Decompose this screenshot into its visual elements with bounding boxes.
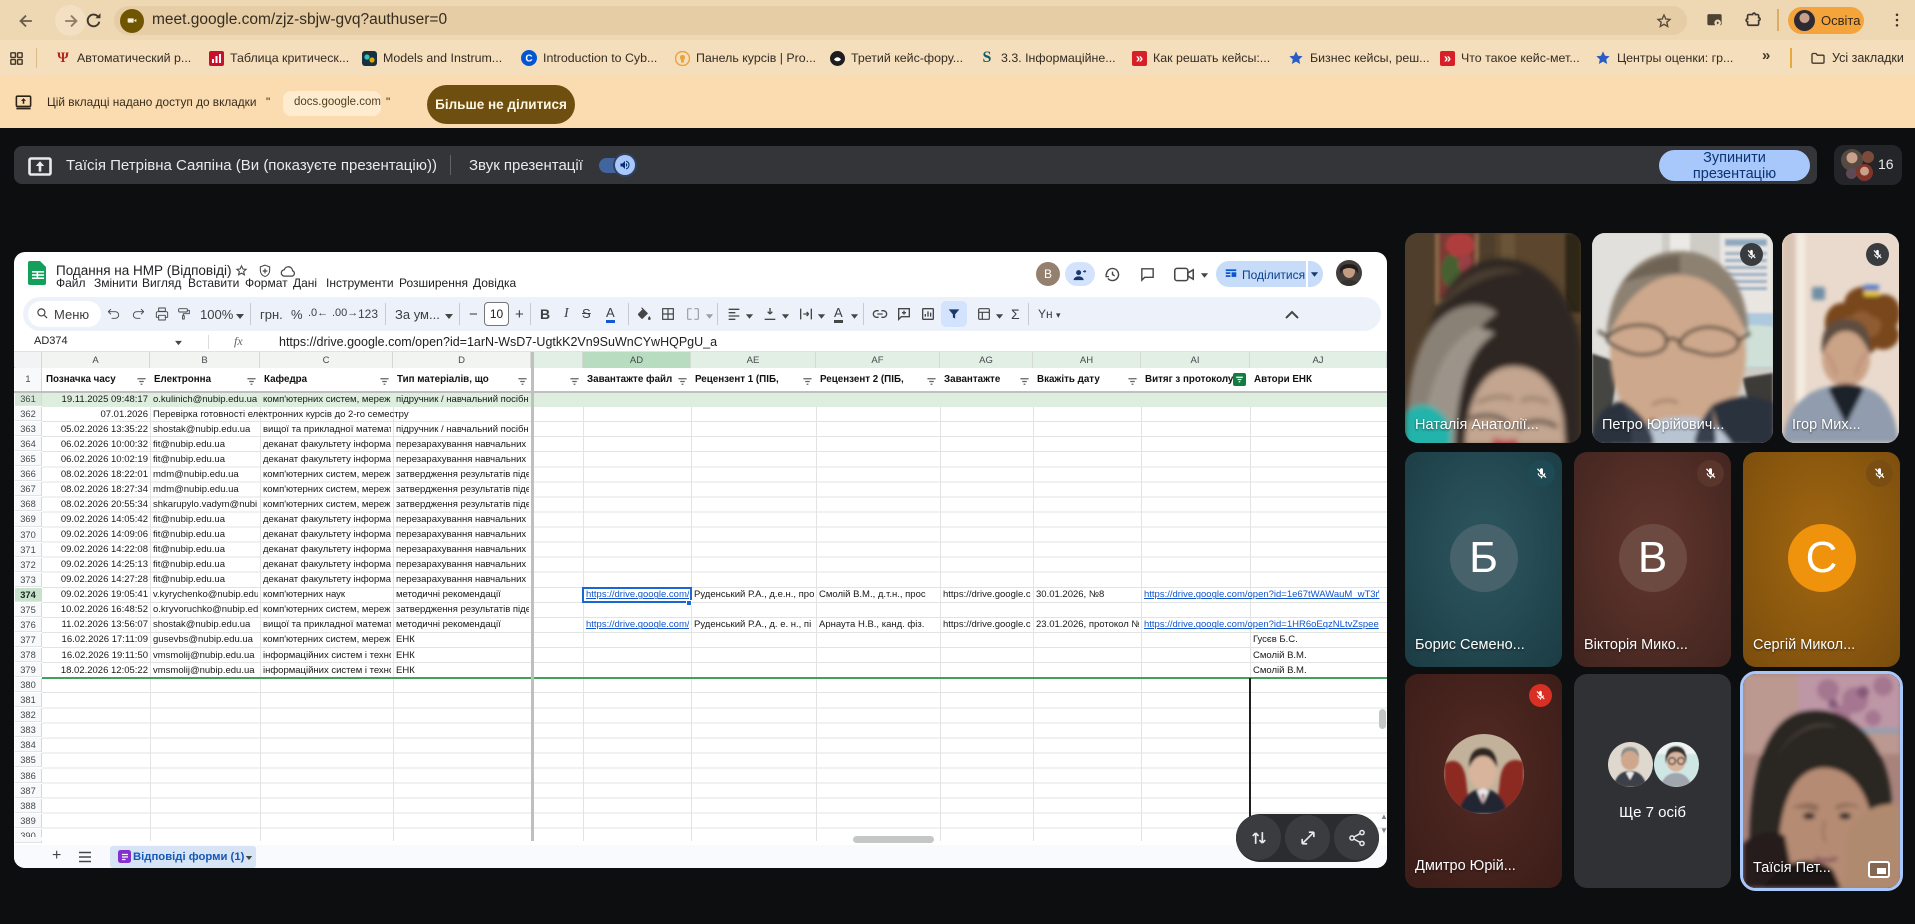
svg-text:C: C: [525, 54, 532, 65]
svg-text:»: »: [1135, 51, 1142, 66]
svg-text:»: »: [1443, 51, 1450, 66]
